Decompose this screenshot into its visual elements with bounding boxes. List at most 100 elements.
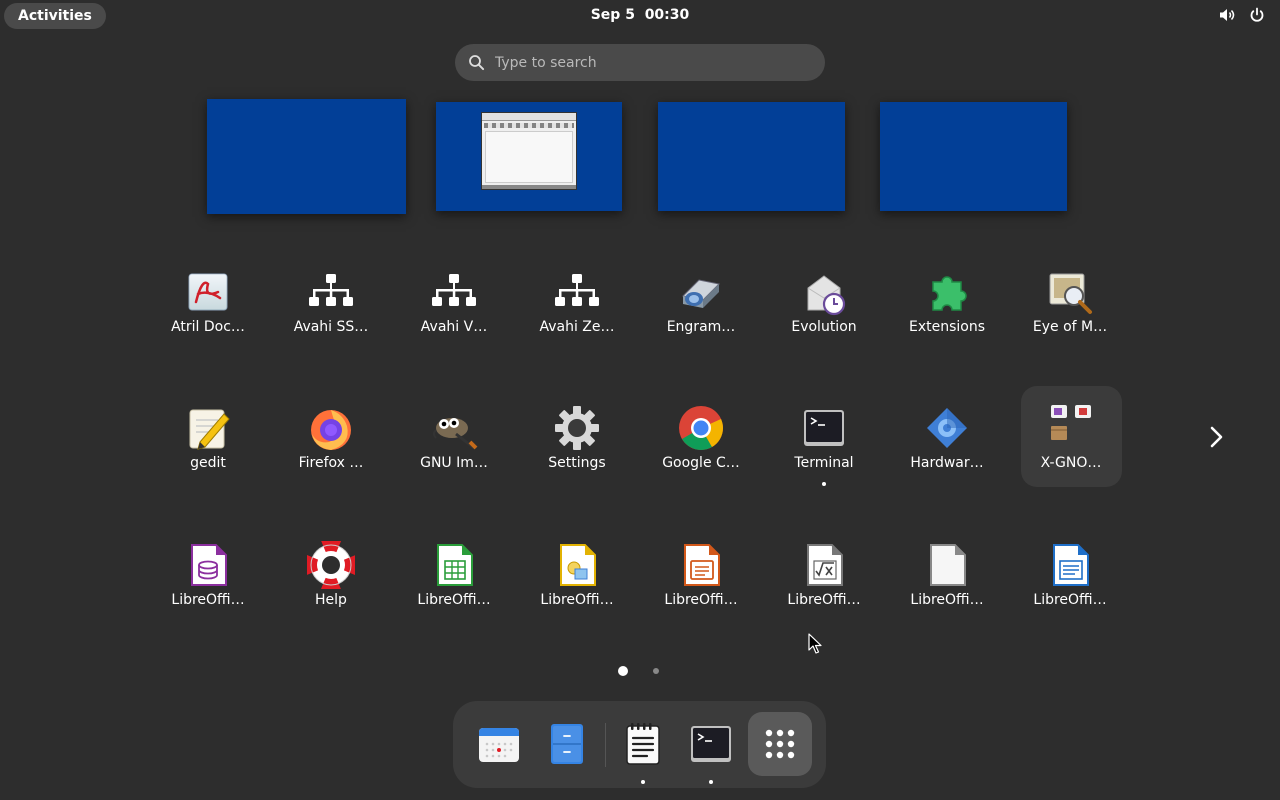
libreoffice-draw-icon xyxy=(553,541,601,589)
libreoffice-impress-icon xyxy=(677,541,725,589)
app-label: LibreOffi… xyxy=(417,592,491,608)
libreoffice-writer-icon xyxy=(1046,541,1094,589)
network-icon xyxy=(553,268,601,316)
lifebuoy-icon xyxy=(307,541,355,589)
app-label: Google C… xyxy=(662,455,740,471)
next-page-button[interactable] xyxy=(1204,422,1232,452)
app-label: GNU Im… xyxy=(420,455,488,471)
app-label: Engram… xyxy=(666,319,736,335)
evolution-mail-icon xyxy=(800,268,848,316)
app-label: LibreOffi… xyxy=(171,592,245,608)
app-label: Help xyxy=(315,592,347,608)
app-help[interactable]: Help xyxy=(281,531,381,631)
app-label: Terminal xyxy=(794,455,854,471)
app-label: LibreOffi… xyxy=(910,592,984,608)
app-label: Firefox … xyxy=(298,455,364,471)
volume-icon xyxy=(1220,9,1235,21)
app-label: Avahi V… xyxy=(420,319,488,335)
libreoffice-math-icon xyxy=(800,541,848,589)
app-libreoffice-calc[interactable]: LibreOffi… xyxy=(404,531,504,631)
libreoffice-base-icon xyxy=(184,541,232,589)
app-label: Avahi SS… xyxy=(293,319,369,335)
workspace-thumbnail-2[interactable] xyxy=(436,102,622,211)
workspace-thumbnail-3[interactable] xyxy=(658,102,845,211)
window-thumbnail[interactable] xyxy=(481,112,577,190)
show-apps-button[interactable] xyxy=(748,712,812,776)
app-gedit[interactable]: gedit xyxy=(158,394,258,494)
activities-button[interactable]: Activities xyxy=(4,3,106,29)
gear-icon xyxy=(553,404,601,452)
app-label: LibreOffi… xyxy=(787,592,861,608)
app-libreoffice-draw[interactable]: LibreOffi… xyxy=(527,531,627,631)
app-gimp[interactable]: GNU Im… xyxy=(404,394,504,494)
app-label: Eye of M… xyxy=(1032,319,1108,335)
app-label: X-GNO… xyxy=(1040,455,1102,471)
app-hardware[interactable]: Hardwar… xyxy=(897,394,997,494)
app-libreoffice-impress[interactable]: LibreOffi… xyxy=(651,531,751,631)
app-avahi-zeroconf[interactable]: Avahi Ze… xyxy=(527,258,627,358)
dock-item-text-editor[interactable] xyxy=(611,712,675,784)
clock-date: Sep 5 xyxy=(590,7,635,23)
app-settings[interactable]: Settings xyxy=(527,394,627,494)
power-icon xyxy=(1250,7,1264,22)
app-libreoffice-base[interactable]: LibreOffi… xyxy=(158,531,258,631)
app-label: Settings xyxy=(548,455,606,471)
app-libreoffice-math[interactable]: LibreOffi… xyxy=(774,531,874,631)
gedit-icon xyxy=(184,404,232,452)
app-label: Evolution xyxy=(791,319,857,335)
atril-document-viewer-icon xyxy=(184,268,232,316)
app-eye-of-mate[interactable]: Eye of M… xyxy=(1020,258,1120,358)
dock-item-files[interactable] xyxy=(535,712,599,776)
network-icon xyxy=(430,268,478,316)
page-dot-2[interactable] xyxy=(653,668,659,674)
app-atril[interactable]: Atril Doc… xyxy=(158,258,258,358)
app-libreoffice[interactable]: LibreOffi… xyxy=(897,531,997,631)
gimp-icon xyxy=(430,404,478,452)
app-engrampa[interactable]: Engram… xyxy=(651,258,751,358)
terminal-icon xyxy=(691,726,731,762)
dock xyxy=(453,701,826,788)
hardware-icon xyxy=(923,404,971,452)
workspace-thumbnail-1[interactable] xyxy=(207,99,406,214)
app-extensions[interactable]: Extensions xyxy=(897,258,997,358)
dock-item-calendar[interactable] xyxy=(467,712,531,776)
terminal-icon xyxy=(800,404,848,452)
page-indicator xyxy=(614,663,670,679)
app-label: Hardwar… xyxy=(910,455,984,471)
app-label: Extensions xyxy=(908,319,986,335)
app-label: gedit xyxy=(190,455,226,471)
file-cabinet-icon xyxy=(551,724,583,764)
firefox-icon xyxy=(307,404,355,452)
running-indicator xyxy=(709,780,713,784)
running-indicator xyxy=(641,780,645,784)
top-bar: Activities Sep 5 00:30 xyxy=(0,0,1280,32)
system-menu[interactable] xyxy=(1218,6,1266,24)
page-dot-1[interactable] xyxy=(618,666,628,676)
app-avahi-ssh[interactable]: Avahi SS… xyxy=(281,258,381,358)
app-avahi-vnc[interactable]: Avahi V… xyxy=(404,258,504,358)
app-evolution[interactable]: Evolution xyxy=(774,258,874,358)
clock-button[interactable]: Sep 5 00:30 xyxy=(591,7,690,23)
libreoffice-calc-icon xyxy=(430,541,478,589)
app-google-chrome[interactable]: Google C… xyxy=(651,394,751,494)
clock: Sep 5 00:30 xyxy=(0,0,1280,32)
calendar-icon xyxy=(479,728,519,762)
app-label: Avahi Ze… xyxy=(539,319,615,335)
app-folder-x-gnome[interactable]: X-GNO… xyxy=(1021,386,1122,487)
app-firefox[interactable]: Firefox … xyxy=(281,394,381,494)
dock-separator xyxy=(605,723,606,767)
app-libreoffice-writer[interactable]: LibreOffi… xyxy=(1020,531,1120,631)
search-bar[interactable] xyxy=(455,44,825,81)
app-terminal[interactable]: Terminal xyxy=(774,394,874,494)
engrampa-archive-icon xyxy=(677,268,725,316)
workspace-thumbnail-4[interactable] xyxy=(880,102,1067,211)
chevron-right-icon xyxy=(1210,426,1223,448)
app-label: Atril Doc… xyxy=(171,319,245,335)
folder-icon xyxy=(1047,400,1095,448)
search-input[interactable] xyxy=(495,44,805,81)
chrome-icon xyxy=(677,404,725,452)
puzzle-piece-icon xyxy=(923,268,971,316)
app-label: LibreOffi… xyxy=(540,592,614,608)
dock-item-terminal[interactable] xyxy=(679,712,743,784)
network-icon xyxy=(307,268,355,316)
